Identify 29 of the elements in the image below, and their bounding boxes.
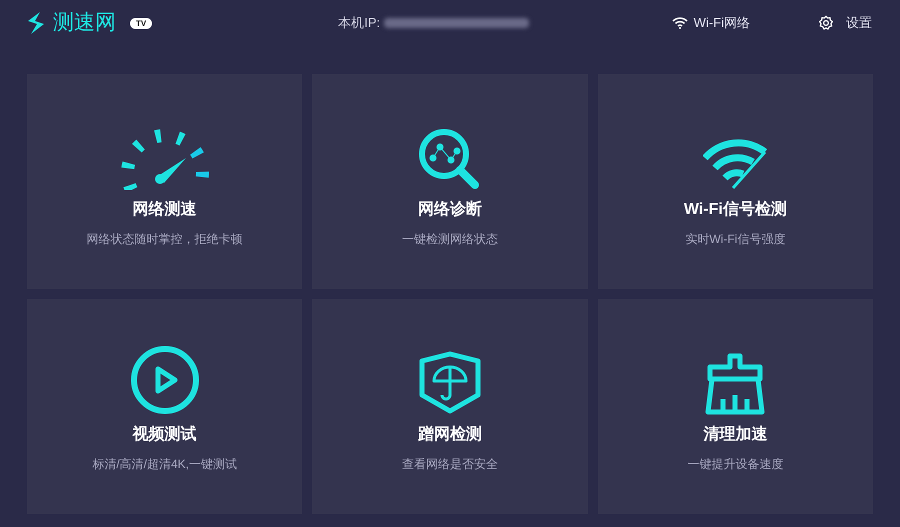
card-subtitle: 标清/高清/超清4K,一键测试 bbox=[92, 456, 237, 472]
settings-label[interactable]: 设置 bbox=[846, 13, 872, 33]
speedometer-icon bbox=[120, 128, 210, 190]
card-title: 网络诊断 bbox=[418, 200, 482, 220]
network-label[interactable]: Wi-Fi网络 bbox=[694, 13, 750, 33]
card-title: 清理加速 bbox=[703, 424, 768, 444]
play-circle-icon bbox=[130, 344, 200, 414]
broom-icon bbox=[705, 352, 766, 414]
feature-card[interactable]: Wi-Fi信号检测 实时Wi-Fi信号强度 bbox=[598, 74, 873, 289]
tv-badge: TV bbox=[130, 18, 152, 28]
card-title: 蹭网检测 bbox=[418, 424, 482, 444]
ip-label: 本机IP: bbox=[338, 14, 380, 32]
settings-icon[interactable] bbox=[818, 15, 834, 31]
card-subtitle: 实时Wi-Fi信号强度 bbox=[685, 230, 786, 248]
feature-card[interactable]: 视频测试 标清/高清/超清4K,一键测试 bbox=[27, 299, 302, 514]
card-subtitle: 网络状态随时掌控，拒绝卡顿 bbox=[86, 230, 243, 248]
wifi-icon bbox=[672, 17, 688, 29]
app-logo-text: 测速网 bbox=[53, 10, 116, 36]
feature-card[interactable]: 清理加速 一键提升设备速度 bbox=[598, 299, 873, 514]
card-title: Wi-Fi信号检测 bbox=[684, 200, 787, 220]
shield-umbrella-icon bbox=[418, 350, 482, 414]
card-title: 视频测试 bbox=[132, 424, 197, 444]
feature-card[interactable]: 网络诊断 一键检测网络状态 bbox=[312, 74, 588, 289]
feature-card[interactable]: 蹭网检测 查看网络是否安全 bbox=[312, 299, 588, 514]
card-title: 网络测速 bbox=[132, 200, 197, 220]
card-subtitle: 一键检测网络状态 bbox=[402, 230, 498, 248]
card-subtitle: 一键提升设备速度 bbox=[687, 456, 784, 472]
card-subtitle: 查看网络是否安全 bbox=[402, 456, 498, 472]
feature-card[interactable]: 网络测速 网络状态随时掌控，拒绝卡顿 bbox=[27, 74, 302, 289]
